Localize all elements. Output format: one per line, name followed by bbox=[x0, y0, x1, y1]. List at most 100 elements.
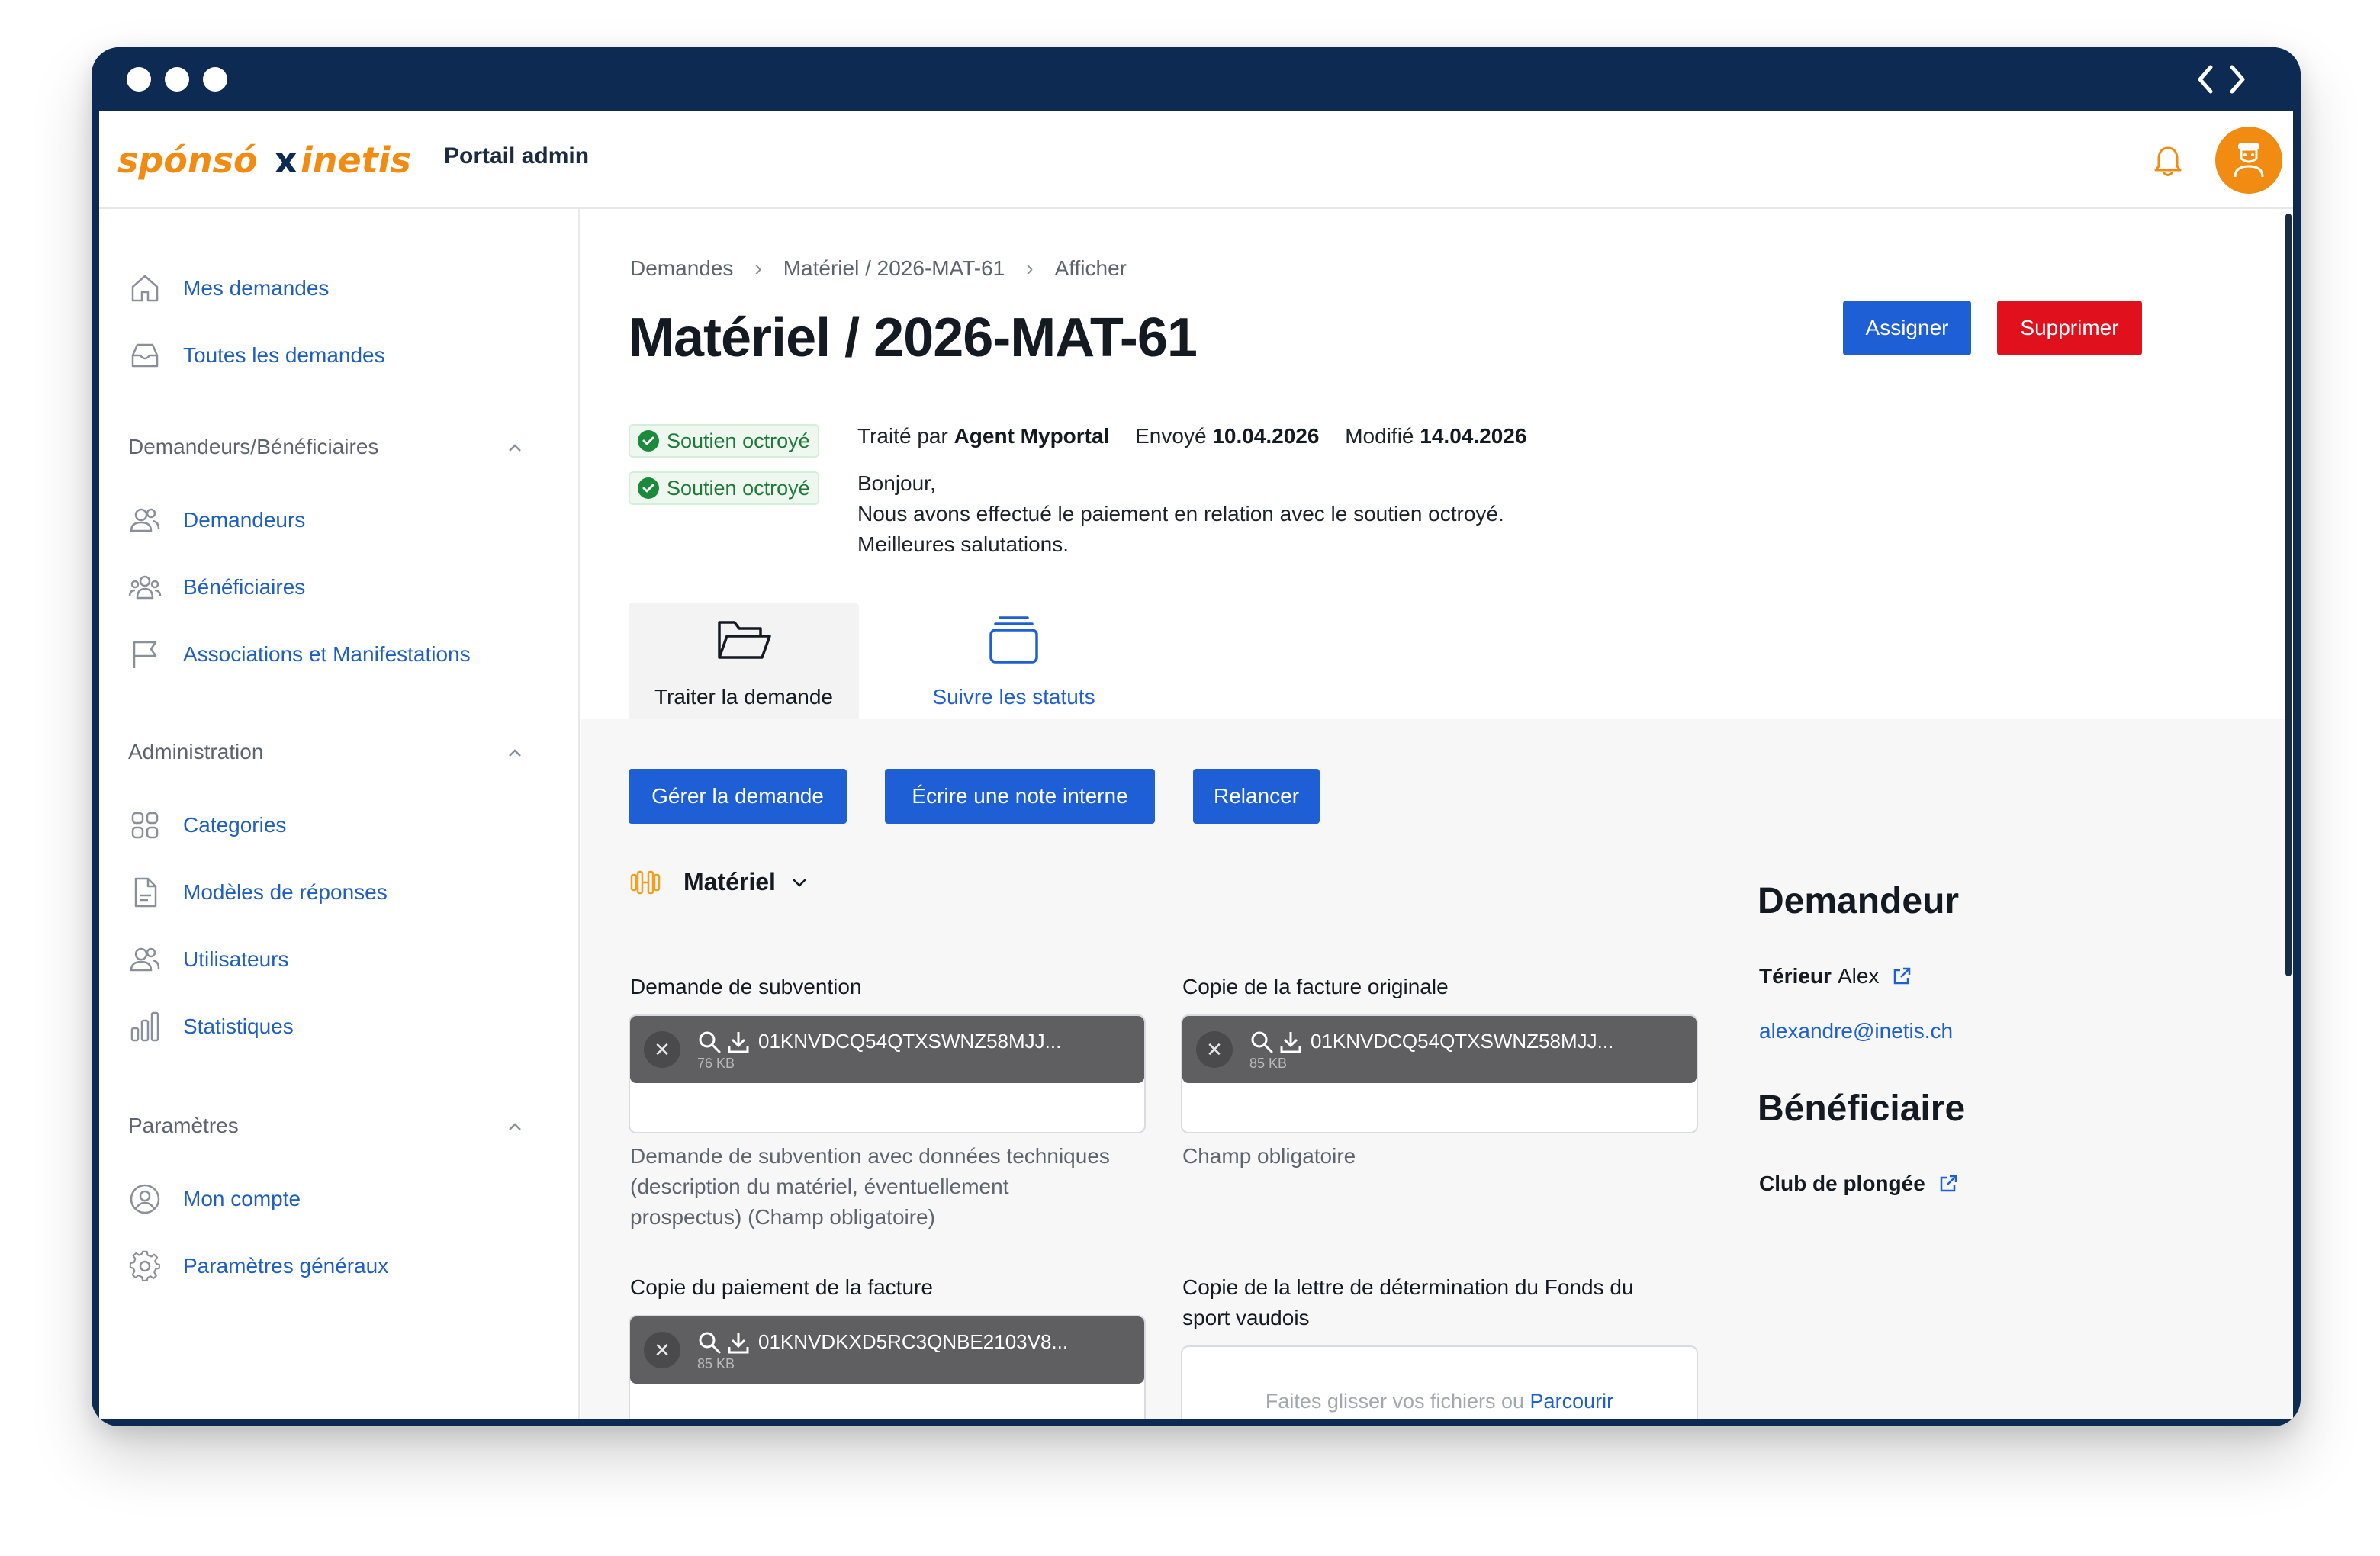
tab-suivre-les-statuts[interactable]: Suivre les statuts bbox=[899, 603, 1129, 719]
dropzone-hint: Faites glisser vos fichiers ou Parcourir bbox=[1182, 1390, 1697, 1413]
uploaded-file-chip: ✕ 01KNVDCQ54QTXSWNZ58MJJ... 85 KB bbox=[1182, 1016, 1697, 1083]
status-badge-label: Soutien octroyé bbox=[667, 476, 810, 500]
file-size: 76 KB bbox=[697, 1056, 735, 1071]
remove-file-button[interactable]: ✕ bbox=[644, 1031, 680, 1068]
chevron-up-icon[interactable] bbox=[505, 438, 525, 458]
sidebar-item-mes-demandes[interactable]: Mes demandes bbox=[128, 267, 329, 310]
delete-button[interactable]: Supprimer bbox=[1997, 301, 2142, 355]
remove-file-button[interactable]: ✕ bbox=[644, 1332, 680, 1368]
field-label: Copie de la facture originale bbox=[1182, 975, 1449, 998]
sidebar-item-categories[interactable]: Categories bbox=[128, 804, 286, 847]
sidebar-item-toutes-les-demandes[interactable]: Toutes les demandes bbox=[128, 334, 385, 377]
uploaded-file-chip: ✕ 01KNVDCQ54QTXSWNZ58MJJ... 76 KB bbox=[630, 1016, 1144, 1083]
sidebar-item-parametres-generaux[interactable]: Paramètres généraux bbox=[128, 1245, 388, 1288]
sidebar-item-demandeurs[interactable]: Demandeurs bbox=[128, 499, 305, 542]
tab-traiter-la-demande[interactable]: Traiter la demande bbox=[629, 603, 859, 719]
vertical-scrollbar[interactable] bbox=[2285, 214, 2292, 976]
field-help-text: Champ obligatoire bbox=[1182, 1141, 1356, 1172]
sidebar-item-label: Statistiques bbox=[183, 1014, 294, 1038]
sidebar-item-mon-compte[interactable]: Mon compte bbox=[128, 1178, 301, 1220]
status-message-line: Meilleures salutations. bbox=[857, 532, 1069, 556]
breadcrumb: Demandes › Matériel / 2026-MAT-61 › Affi… bbox=[630, 256, 1127, 281]
sidebar-section-parametres[interactable]: Paramètres bbox=[128, 1114, 525, 1138]
breadcrumb-item[interactable]: Demandes bbox=[630, 256, 733, 281]
tab-label: Traiter la demande bbox=[654, 685, 833, 709]
write-internal-note-button[interactable]: Écrire une note interne bbox=[885, 769, 1155, 824]
help-line: Demande de subvention avec données techn… bbox=[630, 1144, 1110, 1168]
svg-text:spónsó: spónsó bbox=[117, 140, 258, 181]
file-upload-field[interactable]: ✕ 01KNVDCQ54QTXSWNZ58MJJ... 76 KB bbox=[629, 1014, 1146, 1133]
app-window: spónsó x inetis Portail admin Mes demand… bbox=[99, 111, 2293, 1419]
download-icon[interactable] bbox=[726, 1330, 751, 1355]
breadcrumb-item[interactable]: Matériel / 2026-MAT-61 bbox=[783, 256, 1005, 281]
search-icon[interactable] bbox=[697, 1330, 722, 1355]
modified-date: 14.04.2026 bbox=[1420, 424, 1527, 448]
sent-prefix: Envoyé bbox=[1135, 424, 1207, 448]
help-line: (description du matériel, éventuellement bbox=[630, 1175, 1009, 1198]
file-upload-field[interactable]: ✕ 01KNVDCQ54QTXSWNZ58MJJ... 85 KB bbox=[1181, 1014, 1698, 1133]
download-icon[interactable] bbox=[1278, 1030, 1303, 1054]
window-maximize-dot[interactable] bbox=[203, 67, 227, 92]
search-icon[interactable] bbox=[1250, 1030, 1274, 1054]
breadcrumb-item-current: Afficher bbox=[1054, 256, 1127, 280]
sidebar-section-administration[interactable]: Administration bbox=[128, 740, 525, 764]
svg-text:x: x bbox=[275, 140, 298, 181]
sidebar-item-modeles[interactable]: Modèles de réponses bbox=[128, 871, 388, 914]
assign-button[interactable]: Assigner bbox=[1843, 301, 1971, 355]
bar-chart-icon bbox=[130, 1011, 159, 1042]
browse-link[interactable]: Parcourir bbox=[1530, 1390, 1614, 1413]
requester-heading: Demandeur bbox=[1758, 881, 1960, 921]
status-badge-label: Soutien octroyé bbox=[667, 429, 810, 452]
file-name: 01KNVDCQ54QTXSWNZ58MJJ... bbox=[758, 1030, 1062, 1053]
requester-first-name: Alex bbox=[1837, 964, 1880, 988]
file-size: 85 KB bbox=[697, 1356, 735, 1371]
chevron-down-icon bbox=[793, 878, 806, 887]
brand-logo[interactable]: spónsó x inetis bbox=[117, 134, 423, 188]
sidebar-section-demandeurs[interactable]: Demandeurs/Bénéficiaires bbox=[128, 435, 525, 459]
flag-icon bbox=[133, 641, 157, 668]
external-link-icon[interactable] bbox=[1938, 1173, 1959, 1194]
sidebar-item-associations[interactable]: Associations et Manifestations bbox=[128, 633, 471, 676]
bell-icon[interactable] bbox=[2153, 145, 2183, 178]
section-title: Administration bbox=[128, 740, 264, 764]
sidebar-item-label: Modèles de réponses bbox=[183, 880, 388, 904]
file-upload-field[interactable]: ✕ 01KNVDKXD5RC3QNBE2103V8... 85 KB bbox=[629, 1315, 1146, 1419]
window-minimize-dot[interactable] bbox=[165, 67, 189, 92]
external-link-icon[interactable] bbox=[1891, 966, 1912, 987]
chevron-right-icon: › bbox=[1026, 256, 1034, 280]
window-close-dot[interactable] bbox=[127, 67, 151, 92]
sidebar-item-label: Paramètres généraux bbox=[183, 1254, 389, 1278]
sidebar-item-label: Toutes les demandes bbox=[183, 343, 385, 367]
manage-request-button[interactable]: Gérer la demande bbox=[629, 769, 847, 824]
chevron-up-icon[interactable] bbox=[505, 743, 525, 763]
sidebar-item-label: Categories bbox=[183, 813, 287, 837]
code-icon[interactable] bbox=[2194, 63, 2249, 96]
dumbbell-icon bbox=[630, 870, 661, 894]
sidebar-item-utilisateurs[interactable]: Utilisateurs bbox=[128, 938, 288, 981]
status-badge: Soutien octroyé bbox=[629, 424, 819, 458]
category-dropdown[interactable]: Matériel bbox=[629, 868, 809, 896]
user-avatar[interactable] bbox=[2215, 127, 2282, 194]
sidebar-item-label: Demandeurs bbox=[183, 508, 306, 532]
chevron-up-icon[interactable] bbox=[505, 1117, 525, 1136]
category-label: Matériel bbox=[683, 868, 776, 895]
beneficiary-name-link[interactable]: Club de plongée bbox=[1759, 1172, 1959, 1196]
folder-open-icon bbox=[718, 621, 771, 659]
treated-by: Agent Myportal bbox=[954, 424, 1110, 448]
sidebar-item-statistiques[interactable]: Statistiques bbox=[128, 1005, 294, 1048]
sidebar: Mes demandes Toutes les demandes Demande… bbox=[99, 209, 580, 1419]
file-name: 01KNVDCQ54QTXSWNZ58MJJ... bbox=[1311, 1030, 1614, 1053]
chevron-right-icon: › bbox=[754, 256, 762, 280]
browser-window: spónsó x inetis Portail admin Mes demand… bbox=[92, 47, 2301, 1426]
file-dropzone[interactable]: Faites glisser vos fichiers ou Parcourir bbox=[1181, 1345, 1698, 1419]
sidebar-item-beneficiaires[interactable]: Bénéficiaires bbox=[128, 566, 305, 609]
check-circle-icon bbox=[638, 430, 659, 452]
remind-button[interactable]: Relancer bbox=[1193, 769, 1320, 824]
search-icon[interactable] bbox=[697, 1030, 722, 1054]
remove-file-button[interactable]: ✕ bbox=[1196, 1031, 1233, 1068]
requester-name[interactable]: Térieur Alex bbox=[1759, 964, 1912, 989]
requester-last-name: Térieur bbox=[1759, 964, 1832, 988]
download-icon[interactable] bbox=[726, 1030, 751, 1054]
requester-email[interactable]: alexandre@inetis.ch bbox=[1759, 1019, 1953, 1043]
file-name: 01KNVDKXD5RC3QNBE2103V8... bbox=[758, 1330, 1069, 1353]
